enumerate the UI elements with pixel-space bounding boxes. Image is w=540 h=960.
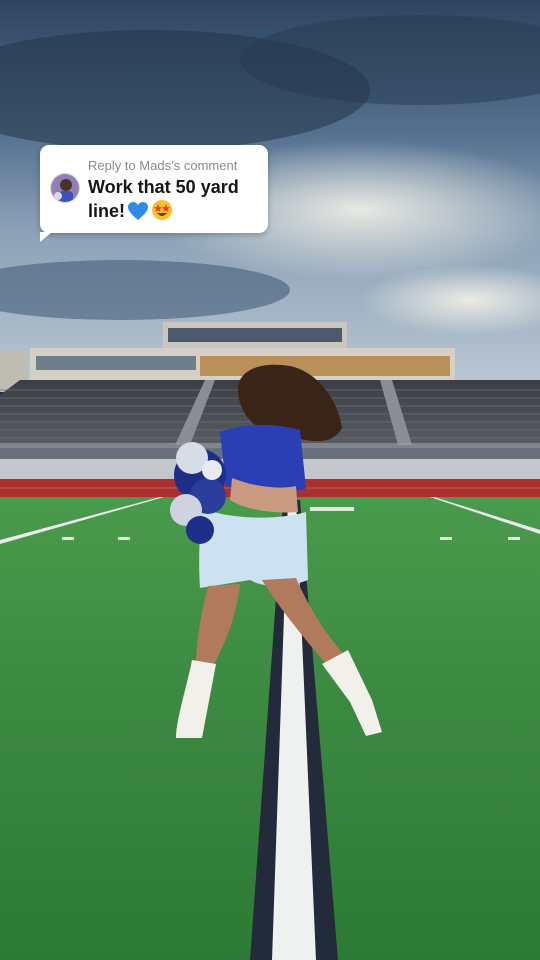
shorts	[199, 508, 308, 588]
commenter-avatar	[50, 173, 80, 203]
video-background	[0, 0, 540, 960]
reply-caption: Reply to Mads’s comment	[88, 158, 238, 173]
reply-comment-sticker[interactable]: Reply to Mads’s comment Work that 50 yar…	[40, 145, 268, 242]
sticker-tail	[40, 232, 52, 242]
comment-text-block: Work that 50 yard line!	[88, 176, 262, 227]
star-struck-emoji	[151, 199, 173, 227]
video-frame[interactable]: Reply to Mads’s comment Work that 50 yar…	[0, 0, 540, 960]
blue-heart-emoji	[127, 201, 149, 227]
